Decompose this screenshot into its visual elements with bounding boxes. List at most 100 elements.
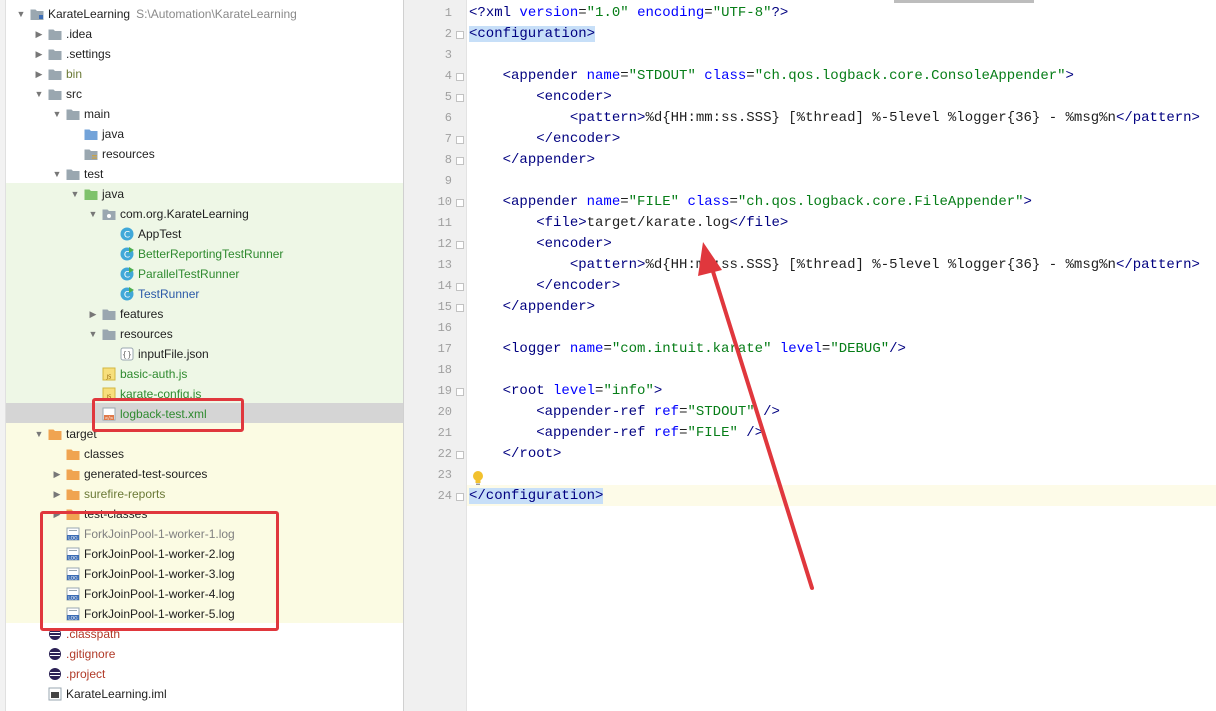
code-line[interactable]: <appender name="FILE" class="ch.qos.logb… xyxy=(469,192,1032,213)
chevron-down-icon[interactable]: ▼ xyxy=(88,209,98,219)
code-token: /> xyxy=(763,404,780,420)
fold-marker-icon[interactable] xyxy=(456,136,464,144)
chevron-down-icon[interactable]: ▼ xyxy=(88,329,98,339)
tree-item[interactable]: ▼ src xyxy=(0,84,403,104)
fold-marker-icon[interactable] xyxy=(456,241,464,249)
code-token: level xyxy=(553,383,596,399)
javascript-file-icon: JS xyxy=(102,367,116,381)
code-token: name xyxy=(586,68,621,84)
chevron-right-icon[interactable]: ▶ xyxy=(34,29,44,40)
code-token: = xyxy=(620,68,629,84)
tree-item-label: java xyxy=(102,127,125,141)
chevron-right-icon[interactable]: ▶ xyxy=(52,469,62,480)
code-line[interactable]: <appender-ref ref="STDOUT" /> xyxy=(469,402,780,423)
code-line[interactable]: <pattern>%d{HH:mm:ss.SSS} [%thread] %-5l… xyxy=(469,108,1200,129)
tree-item[interactable]: ▶ surefire-reports xyxy=(0,484,403,504)
tree-item[interactable]: ▶ bin xyxy=(0,64,403,84)
code-line[interactable]: <logger name="com.intuit.karate" level="… xyxy=(469,339,906,360)
fold-marker-icon[interactable] xyxy=(456,451,464,459)
code-line[interactable]: </root> xyxy=(469,444,562,465)
tree-item[interactable]: JS basic-auth.js xyxy=(0,364,403,384)
folder-icon xyxy=(48,27,62,41)
code-line[interactable]: <encoder> xyxy=(469,234,612,255)
code-line[interactable]: <encoder> xyxy=(469,87,612,108)
code-line[interactable]: </configuration> xyxy=(469,486,604,507)
fold-marker-icon[interactable] xyxy=(456,493,464,501)
tree-item[interactable]: ▼ KarateLearning S:\Automation\KarateLearn… xyxy=(0,4,403,24)
tree-item[interactable]: C TestRunner xyxy=(0,284,403,304)
code-line[interactable]: <appender-ref ref="FILE" /> xyxy=(469,423,763,444)
folder-icon xyxy=(48,67,62,81)
code-token: </encoder> xyxy=(536,131,621,147)
code-line[interactable]: </encoder> xyxy=(469,129,620,150)
line-number: 17 xyxy=(437,342,452,356)
tree-item[interactable]: classes xyxy=(0,444,403,464)
code-token: "ch.qos.logback.core.FileAppender" xyxy=(737,194,1024,210)
tree-item[interactable]: ▶ .settings xyxy=(0,44,403,64)
code-token: > xyxy=(653,383,663,399)
code-line[interactable]: </appender> xyxy=(469,150,595,171)
tree-item[interactable]: ▶ generated-test-sources xyxy=(0,464,403,484)
chevron-right-icon[interactable]: ▶ xyxy=(52,489,62,500)
chevron-right-icon[interactable]: ▶ xyxy=(34,49,44,60)
tree-item[interactable]: ▼ resources xyxy=(0,324,403,344)
code-line[interactable]: <root level="info"> xyxy=(469,381,663,402)
tree-item[interactable]: .project xyxy=(0,664,403,684)
code-line[interactable]: <pattern>%d{HH:mm:ss.SSS} [%thread] %-5l… xyxy=(469,255,1200,276)
chevron-down-icon[interactable]: ▼ xyxy=(16,9,26,19)
java-class-icon: C xyxy=(120,227,134,241)
tree-item[interactable]: .gitignore xyxy=(0,644,403,664)
tree-item[interactable]: C ParallelTestRunner xyxy=(0,264,403,284)
tree-item[interactable]: ▼ main xyxy=(0,104,403,124)
tree-item[interactable]: C BetterReportingTestRunner xyxy=(0,244,403,264)
line-number: 19 xyxy=(437,384,452,398)
tree-item[interactable]: ▼ test xyxy=(0,164,403,184)
code-line[interactable]: <?xml version="1.0" encoding="UTF-8"?> xyxy=(469,3,788,24)
chevron-down-icon[interactable]: ▼ xyxy=(52,169,62,179)
tree-item[interactable]: {} inputFile.json xyxy=(0,344,403,364)
code-token: </configuration> xyxy=(469,488,604,504)
tree-item[interactable]: ▼ com.org.KarateLearning xyxy=(0,204,403,224)
chevron-down-icon[interactable]: ▼ xyxy=(70,189,80,199)
tree-item[interactable]: ▶ .idea xyxy=(0,24,403,44)
lightbulb-icon[interactable] xyxy=(472,470,484,491)
code-line[interactable]: <file>target/karate.log</file> xyxy=(469,213,788,234)
fold-marker-icon[interactable] xyxy=(456,304,464,312)
fold-marker-icon[interactable] xyxy=(456,31,464,39)
chevron-right-icon[interactable]: ▶ xyxy=(88,309,98,320)
tree-item[interactable]: resources xyxy=(0,144,403,164)
tree-item-label: resources xyxy=(120,327,173,341)
chevron-down-icon[interactable]: ▼ xyxy=(34,429,44,439)
chevron-right-icon[interactable]: ▶ xyxy=(34,69,44,80)
code-line[interactable]: <appender name="STDOUT" class="ch.qos.lo… xyxy=(469,66,1074,87)
chevron-down-icon[interactable]: ▼ xyxy=(52,109,62,119)
code-token: </appender> xyxy=(502,152,596,168)
chevron-down-icon[interactable]: ▼ xyxy=(34,89,44,99)
tree-item[interactable]: ▶ features xyxy=(0,304,403,324)
code-line[interactable]: <configuration> xyxy=(469,24,596,45)
tree-item[interactable]: KarateLearning.iml xyxy=(0,684,403,704)
code-line[interactable]: </encoder> xyxy=(469,276,620,297)
tree-item[interactable]: java xyxy=(0,124,403,144)
tree-item[interactable]: C AppTest xyxy=(0,224,403,244)
fold-marker-icon[interactable] xyxy=(456,157,464,165)
code-editor[interactable]: 1 2 3 4 5 6 7 8 9 10 11 12 13 14 15 16 17 18 19 20 21 22 23 24 … xyxy=(404,0,1216,711)
tree-item-label: generated-test-sources xyxy=(84,467,208,481)
code-line[interactable]: </appender> xyxy=(469,297,595,318)
code-token: /> xyxy=(746,425,764,441)
tree-item-label: .gitignore xyxy=(66,647,116,661)
fold-marker-icon[interactable] xyxy=(456,94,464,102)
fold-marker-icon[interactable] xyxy=(456,388,464,396)
fold-marker-icon[interactable] xyxy=(456,199,464,207)
fold-marker-icon[interactable] xyxy=(456,73,464,81)
tree-item-label: KarateLearning.iml xyxy=(66,687,167,701)
fold-marker-icon[interactable] xyxy=(456,283,464,291)
code-token: version xyxy=(519,5,579,21)
code-token: > xyxy=(1065,68,1074,84)
tree-item[interactable]: ▼ java xyxy=(0,184,403,204)
